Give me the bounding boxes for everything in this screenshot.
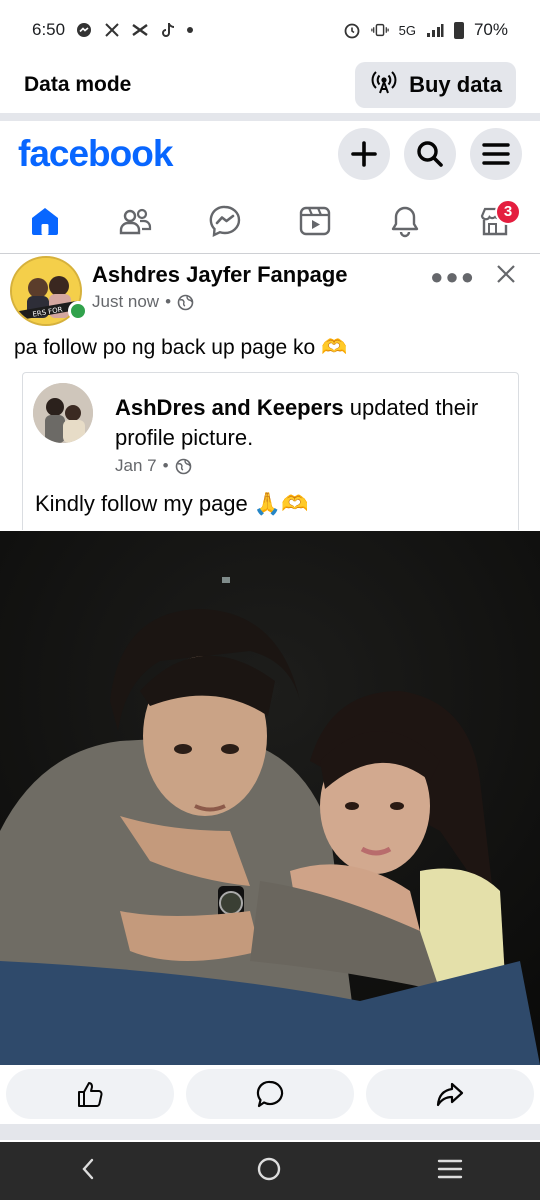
home-circle-icon: [257, 1157, 281, 1180]
page-name[interactable]: Ashdres Jayfer Fanpage: [92, 262, 348, 288]
battery-icon: [453, 21, 464, 39]
post-meta: Just now •: [92, 292, 194, 312]
data-mode-label: Data mode: [24, 73, 132, 96]
create-button[interactable]: [338, 128, 390, 180]
broadcast-icon: [371, 69, 397, 101]
status-left: 6:50: [32, 20, 194, 40]
friends-icon: [119, 208, 152, 234]
menu-button[interactable]: [470, 128, 522, 180]
home-icon: [32, 207, 58, 235]
tab-home[interactable]: [15, 191, 75, 251]
home-button[interactable]: [256, 1156, 282, 1187]
comment-icon: [256, 1080, 284, 1108]
tiktok-notification-icon: [159, 21, 177, 39]
post-header: ERS FOR Ashdres Jayfer Fanpage Just now …: [0, 256, 540, 326]
signal-icon: [426, 21, 444, 39]
post-text: pa follow po ng back up page ko 🫶: [14, 336, 348, 359]
separator: [0, 113, 540, 121]
menu-icon: [482, 143, 510, 165]
post-options-button[interactable]: ●●●: [430, 264, 476, 290]
back-button[interactable]: [77, 1157, 101, 1186]
recents-button[interactable]: [437, 1158, 463, 1185]
recents-icon: [437, 1159, 462, 1178]
marketplace-badge: 3: [495, 198, 521, 225]
share-button[interactable]: [366, 1069, 534, 1119]
back-icon: [82, 1158, 94, 1179]
thumbs-up-icon: [78, 1082, 103, 1107]
messenger-notification-icon: [75, 21, 93, 39]
network-type: 5G: [398, 22, 416, 38]
shared-meta: Jan 7 •: [115, 456, 192, 476]
meta-separator-dot: •: [162, 456, 169, 475]
system-navigation-bar: [0, 1142, 540, 1200]
shared-post[interactable]: AshDres and Keepers updated their profil…: [22, 372, 519, 530]
tab-notifications[interactable]: [375, 191, 435, 251]
status-right: 5G 70%: [343, 20, 508, 40]
hide-post-button[interactable]: [496, 260, 516, 291]
battery-percent: 70%: [473, 20, 508, 39]
search-icon: [417, 141, 443, 167]
close-icon: [497, 265, 515, 283]
more-notifications-dot: [187, 27, 194, 33]
shared-author[interactable]: AshDres and Keepers: [115, 395, 344, 420]
feed-post: ERS FOR Ashdres Jayfer Fanpage Just now …: [0, 256, 540, 1119]
capcut-notification-icon: [131, 21, 149, 39]
buy-data-label: Buy data: [409, 72, 502, 97]
header-actions: [338, 128, 522, 180]
app-header: facebook: [0, 122, 540, 186]
data-mode-bar: Data mode Buy data: [0, 56, 540, 114]
buy-data-button[interactable]: Buy data: [355, 62, 516, 108]
messenger-icon: [209, 205, 241, 237]
post-time[interactable]: Just now: [92, 292, 159, 312]
status-bar: 6:50 5G 70%: [0, 0, 540, 60]
tab-video[interactable]: [285, 191, 345, 251]
shared-post-text: Kindly follow my page 🙏🫶: [35, 491, 309, 516]
online-indicator: [68, 301, 88, 321]
search-button[interactable]: [404, 128, 456, 180]
globe-icon: [175, 458, 191, 474]
tab-messenger[interactable]: [195, 191, 255, 251]
vibrate-icon: [370, 21, 389, 39]
plus-icon: [351, 141, 377, 167]
main-nav: 3: [0, 188, 540, 254]
tab-marketplace[interactable]: 3: [465, 191, 525, 251]
post-photo[interactable]: [0, 531, 540, 1065]
like-button[interactable]: [6, 1069, 174, 1119]
facebook-logo[interactable]: facebook: [18, 133, 173, 175]
clock: 6:50: [32, 20, 66, 39]
shared-post-title: AshDres and Keepers updated their profil…: [115, 393, 515, 453]
globe-icon: [177, 294, 194, 310]
video-icon: [299, 206, 331, 235]
feed-separator: [0, 1124, 540, 1140]
shared-date[interactable]: Jan 7: [115, 456, 157, 476]
bell-icon: [391, 206, 419, 237]
x-notification-icon: [103, 21, 121, 39]
comment-button[interactable]: [186, 1069, 354, 1119]
alarm-icon: [343, 21, 361, 39]
meta-separator-dot: •: [165, 292, 172, 311]
tab-friends[interactable]: [105, 191, 165, 251]
share-icon: [436, 1082, 464, 1107]
shared-page-avatar[interactable]: [33, 383, 93, 443]
post-actions: [0, 1066, 540, 1124]
